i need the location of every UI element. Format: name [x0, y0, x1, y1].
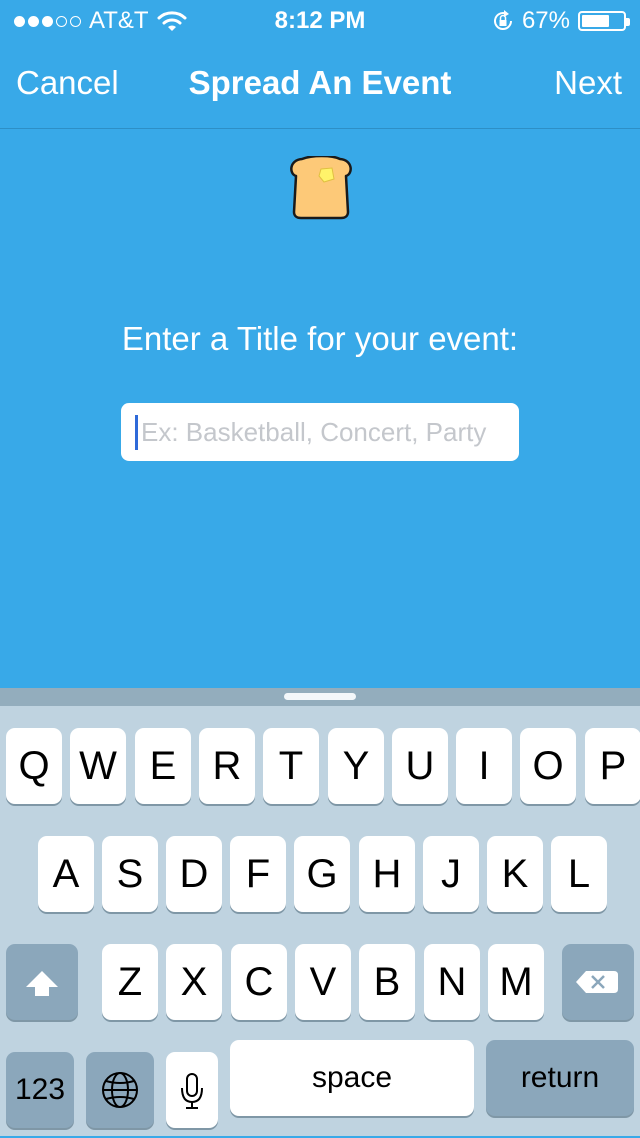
delete-key[interactable]	[562, 944, 634, 1020]
rotation-lock-icon	[493, 10, 512, 30]
key-label: P	[599, 744, 627, 788]
key-v[interactable]: V	[295, 944, 351, 1020]
key-e[interactable]: E	[135, 728, 191, 804]
shift-arrow-icon	[26, 971, 58, 996]
key-j[interactable]: J	[423, 836, 479, 912]
toast-icon	[290, 156, 352, 220]
key-label: Q	[18, 744, 50, 788]
keyboard-handle[interactable]	[284, 693, 356, 700]
numbers-key[interactable]: 123	[6, 1052, 74, 1128]
key-label: O	[532, 744, 564, 788]
battery-icon	[578, 11, 630, 31]
key-label: L	[567, 852, 591, 896]
key-f[interactable]: F	[230, 836, 286, 912]
title-prompt: Enter a Title for your event:	[121, 320, 519, 357]
key-label: F	[245, 852, 271, 896]
shift-key[interactable]	[6, 944, 78, 1020]
key-label: E	[149, 744, 177, 788]
key-s[interactable]: S	[102, 836, 158, 912]
key-label: A	[52, 852, 80, 896]
next-button[interactable]: Next	[554, 64, 622, 102]
key-label: R	[212, 744, 242, 788]
space-key-label: space	[311, 1061, 393, 1094]
key-n[interactable]: N	[424, 944, 480, 1020]
key-r[interactable]: R	[199, 728, 255, 804]
key-w[interactable]: W	[70, 728, 126, 804]
dictation-key[interactable]	[166, 1052, 218, 1128]
key-label: D	[179, 852, 209, 896]
key-label: T	[278, 744, 304, 788]
key-label: Z	[117, 960, 143, 1004]
keyboard: QWERTYUIOP ASDFGHJKL ZXCVBNM 123 space ret…	[0, 688, 640, 1136]
space-key[interactable]: space	[230, 1040, 474, 1116]
key-label: Y	[342, 744, 370, 788]
return-key-label: return	[520, 1061, 600, 1094]
battery-fill	[582, 15, 609, 27]
event-title-input[interactable]: Ex: Basketball, Concert, Party	[121, 403, 519, 461]
key-q[interactable]: Q	[6, 728, 62, 804]
key-o[interactable]: O	[520, 728, 576, 804]
key-label: V	[309, 960, 337, 1004]
key-label: U	[405, 744, 435, 788]
key-b[interactable]: B	[359, 944, 415, 1020]
key-c[interactable]: C	[231, 944, 287, 1020]
navigation-bar: Cancel Spread An Event Next	[0, 40, 640, 129]
numbers-key-label: 123	[14, 1073, 66, 1106]
key-p[interactable]: P	[585, 728, 640, 804]
key-label: K	[501, 852, 529, 896]
key-label: J	[441, 852, 461, 896]
key-label: H	[372, 852, 402, 896]
page-title: Spread An Event	[188, 64, 452, 101]
key-label: N	[437, 960, 467, 1004]
text-caret	[135, 415, 138, 450]
key-d[interactable]: D	[166, 836, 222, 912]
backspace-icon	[576, 971, 618, 993]
battery-tip	[626, 18, 630, 26]
key-label: M	[499, 960, 533, 1004]
globe-icon	[102, 1072, 138, 1108]
key-label: X	[180, 960, 208, 1004]
battery-percent: 67%	[521, 7, 570, 34]
key-x[interactable]: X	[166, 944, 222, 1020]
key-h[interactable]: H	[359, 836, 415, 912]
key-label: I	[478, 744, 490, 788]
key-label: G	[306, 852, 338, 896]
status-bar: AT&T 8:12 PM 67%	[0, 0, 640, 40]
globe-key[interactable]	[86, 1052, 154, 1128]
key-z[interactable]: Z	[102, 944, 158, 1020]
key-label: S	[116, 852, 144, 896]
key-a[interactable]: A	[38, 836, 94, 912]
key-m[interactable]: M	[488, 944, 544, 1020]
status-right: 67%	[492, 7, 630, 35]
return-key[interactable]: return	[486, 1040, 634, 1116]
key-g[interactable]: G	[294, 836, 350, 912]
key-label: C	[244, 960, 274, 1004]
key-t[interactable]: T	[263, 728, 319, 804]
key-u[interactable]: U	[392, 728, 448, 804]
event-title-placeholder: Ex: Basketball, Concert, Party	[141, 417, 487, 447]
key-label: B	[373, 960, 401, 1004]
key-i[interactable]: I	[456, 728, 512, 804]
key-k[interactable]: K	[487, 836, 543, 912]
key-label: W	[79, 744, 117, 788]
key-l[interactable]: L	[551, 836, 607, 912]
keyboard-top-bar	[0, 688, 640, 706]
microphone-icon	[181, 1073, 203, 1109]
key-y[interactable]: Y	[328, 728, 384, 804]
